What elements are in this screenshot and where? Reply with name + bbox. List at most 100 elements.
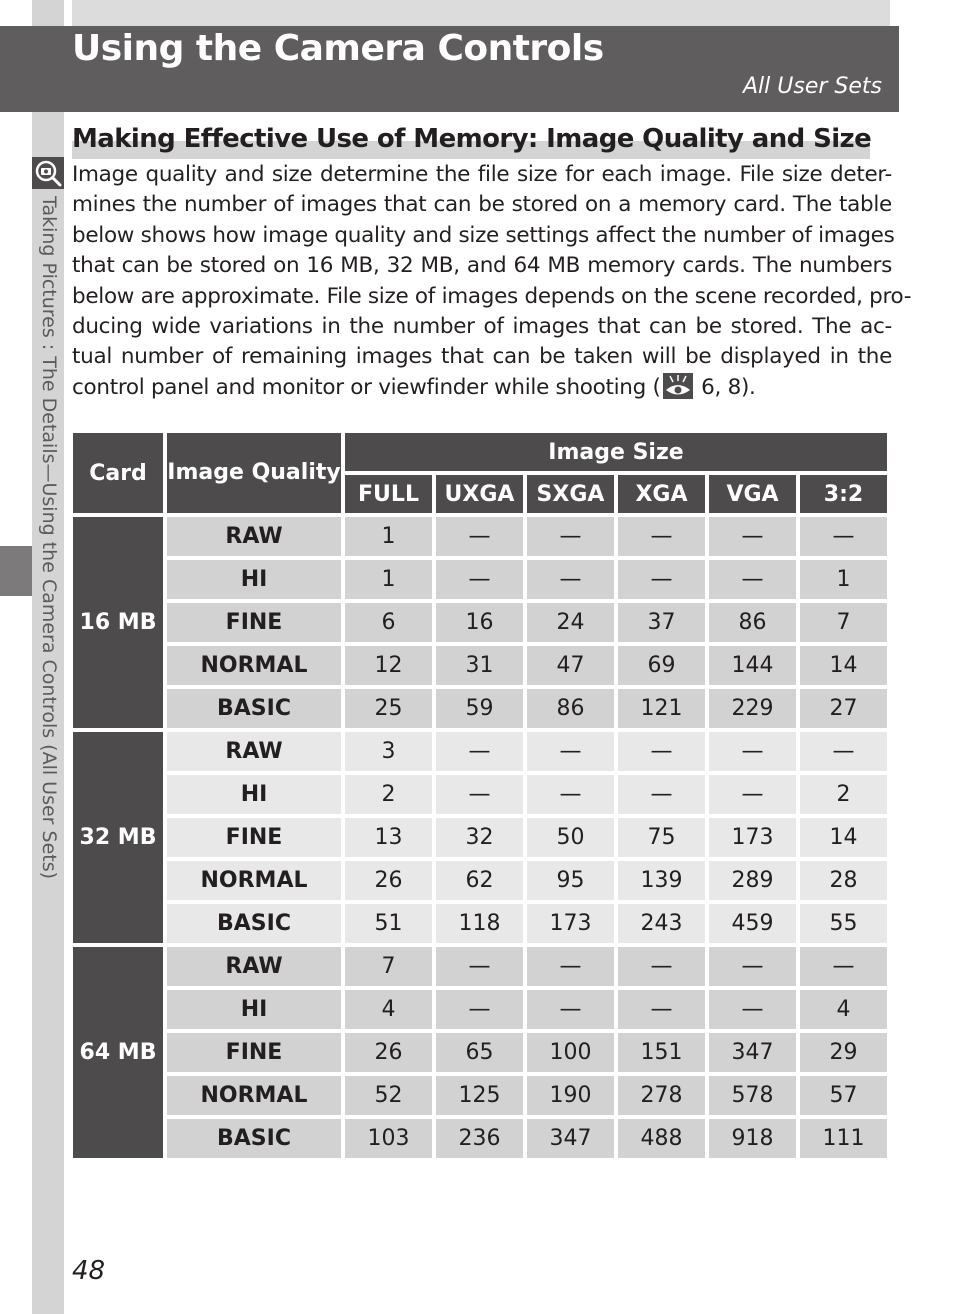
header-size-full: FULL xyxy=(345,475,432,513)
image-count-cell: 278 xyxy=(618,1076,705,1115)
image-count-cell: 1 xyxy=(345,560,432,599)
image-count-cell: 347 xyxy=(527,1119,614,1158)
image-count-cell: — xyxy=(436,732,523,771)
image-count-cell: 47 xyxy=(527,646,614,685)
image-count-cell: 51 xyxy=(345,904,432,943)
image-count-cell: 1 xyxy=(345,517,432,556)
quality-cell: HI xyxy=(167,775,341,814)
section-tab-marker xyxy=(0,546,32,596)
image-count-cell: 95 xyxy=(527,861,614,900)
page-reference: 6, 8). xyxy=(694,374,756,400)
image-count-cell: — xyxy=(436,990,523,1029)
quality-cell: RAW xyxy=(167,517,341,556)
image-count-cell: 4 xyxy=(800,990,887,1029)
memory-capacity-table: Card Image Quality Image Size FULL UXGA … xyxy=(69,429,891,1162)
header-size-sxga: SXGA xyxy=(527,475,614,513)
image-count-cell: 578 xyxy=(709,1076,796,1115)
quality-cell: BASIC xyxy=(167,904,341,943)
table-row: 32 MB RAW 3— — — — — xyxy=(73,732,887,943)
table-row: FINE 13 32 50 75 173 14 xyxy=(73,818,887,857)
image-count-cell: 25 xyxy=(345,689,432,728)
image-count-cell: 55 xyxy=(800,904,887,943)
table-row: 64 MB RAW 7— — — — — xyxy=(73,947,887,1158)
top-strip xyxy=(72,0,890,26)
image-count-cell: 2 xyxy=(800,775,887,814)
image-count-cell: 50 xyxy=(527,818,614,857)
image-count-cell: 32 xyxy=(436,818,523,857)
image-count-cell: 173 xyxy=(709,818,796,857)
page-number: 48 xyxy=(72,1256,106,1286)
image-count-cell: 26 xyxy=(345,1033,432,1072)
card-size-cell: 64 MB xyxy=(73,947,163,1158)
image-count-cell: — xyxy=(800,732,887,771)
image-count-cell: — xyxy=(527,990,614,1029)
quality-cell: HI xyxy=(167,990,341,1029)
image-count-cell: 289 xyxy=(709,861,796,900)
quality-cell: BASIC xyxy=(167,689,341,728)
quality-cell: NORMAL xyxy=(167,861,341,900)
image-count-cell: 24 xyxy=(527,603,614,642)
image-count-cell: 57 xyxy=(800,1076,887,1115)
table-row: HI 1— — — —1 xyxy=(73,560,887,599)
eye-reference-icon xyxy=(662,372,693,399)
image-count-cell: — xyxy=(527,517,614,556)
image-count-cell: 29 xyxy=(800,1033,887,1072)
image-count-cell: 12 xyxy=(345,646,432,685)
quality-cell: RAW xyxy=(167,947,341,986)
image-count-cell: 2 xyxy=(345,775,432,814)
header-card: Card xyxy=(73,433,163,513)
image-count-cell: 26 xyxy=(345,861,432,900)
table-row: FINE 6 16 24 37 86 7 xyxy=(73,603,887,642)
image-count-cell: 111 xyxy=(800,1119,887,1158)
image-count-cell: — xyxy=(800,517,887,556)
body-line: ducing wide variations in the number of … xyxy=(72,314,892,340)
table-row: HI 4— — — —4 xyxy=(73,990,887,1029)
image-count-cell: 4 xyxy=(345,990,432,1029)
quality-cell: FINE xyxy=(167,1033,341,1072)
image-count-cell: — xyxy=(436,517,523,556)
body-paragraph: Image quality and size determine the fil… xyxy=(72,160,912,403)
table-row: HI 2— — — —2 xyxy=(73,775,887,814)
header-size-xga: XGA xyxy=(618,475,705,513)
image-count-cell: 918 xyxy=(709,1119,796,1158)
quality-cell: NORMAL xyxy=(167,1076,341,1115)
image-count-cell: — xyxy=(618,517,705,556)
image-count-cell: 3 xyxy=(345,732,432,771)
quality-cell: RAW xyxy=(167,732,341,771)
image-count-cell: 75 xyxy=(618,818,705,857)
image-count-cell: — xyxy=(618,775,705,814)
image-count-cell: 100 xyxy=(527,1033,614,1072)
image-count-cell: 1 xyxy=(800,560,887,599)
table-row: BASIC 51 118 173 243 459 55 xyxy=(73,904,887,943)
card-size-cell: 16 MB xyxy=(73,517,163,728)
image-count-cell: 86 xyxy=(527,689,614,728)
header-image-size: Image Size xyxy=(345,433,887,471)
section-heading: Making Effective Use of Memory: Image Qu… xyxy=(72,124,872,154)
quality-cell: HI xyxy=(167,560,341,599)
quality-cell: BASIC xyxy=(167,1119,341,1158)
image-count-cell: 139 xyxy=(618,861,705,900)
body-line: mines the number of images that can be s… xyxy=(72,192,892,218)
body-line: that can be stored on 16 MB, 32 MB, and … xyxy=(72,253,892,279)
body-line-last: control panel and monitor or viewfinder … xyxy=(72,372,892,403)
image-count-cell: 7 xyxy=(800,603,887,642)
image-count-cell: 59 xyxy=(436,689,523,728)
body-line: below shows how image quality and size s… xyxy=(72,222,895,248)
image-count-cell: 14 xyxy=(800,818,887,857)
image-count-cell: — xyxy=(709,517,796,556)
image-count-cell: 52 xyxy=(345,1076,432,1115)
header-size-3-2: 3:2 xyxy=(800,475,887,513)
image-count-cell: — xyxy=(527,560,614,599)
image-count-cell: — xyxy=(527,947,614,986)
image-count-cell: 7 xyxy=(345,947,432,986)
magnifier-camera-icon xyxy=(32,157,64,189)
image-count-cell: — xyxy=(618,947,705,986)
image-count-cell: — xyxy=(709,990,796,1029)
image-count-cell: 229 xyxy=(709,689,796,728)
image-count-cell: 151 xyxy=(618,1033,705,1072)
image-count-cell: — xyxy=(618,990,705,1029)
image-count-cell: 6 xyxy=(345,603,432,642)
image-count-cell: 243 xyxy=(618,904,705,943)
table-row: BASIC 103 236 347 488 918 111 xyxy=(73,1119,887,1158)
image-count-cell: 27 xyxy=(800,689,887,728)
